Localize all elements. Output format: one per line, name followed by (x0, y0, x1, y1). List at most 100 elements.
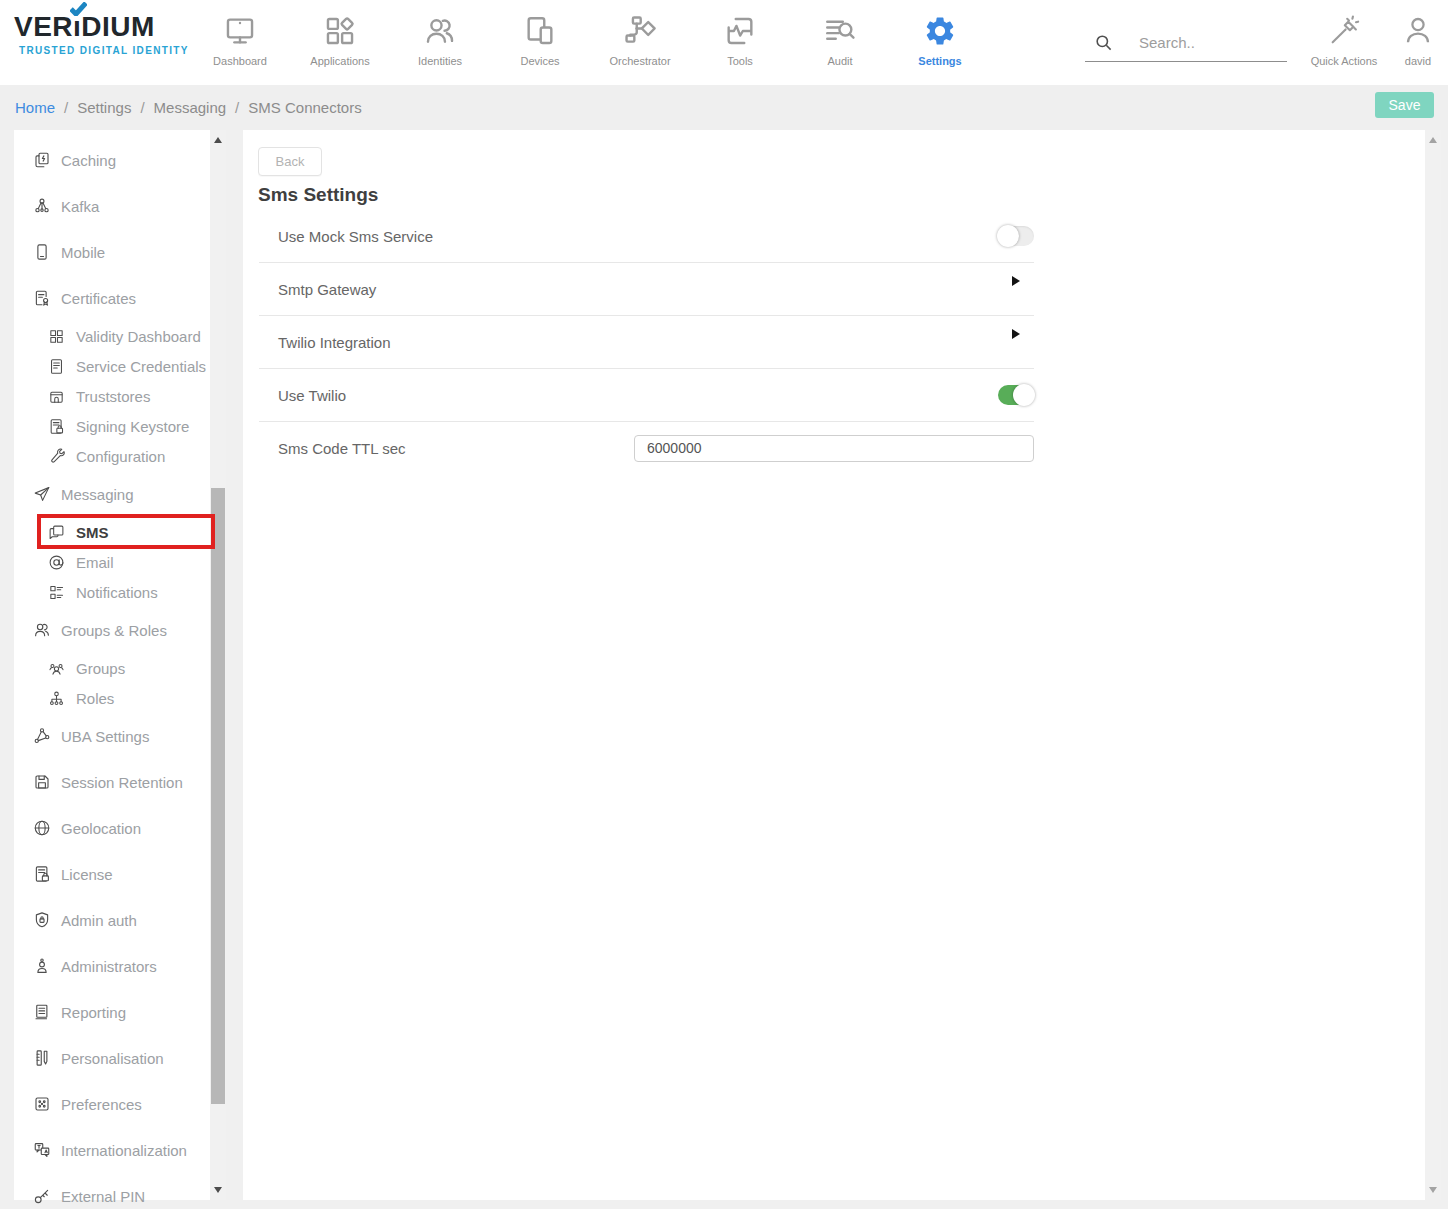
breadcrumb: Home/Settings/Messaging/SMS Connectors (15, 85, 371, 130)
sidebar-item-groups[interactable]: Groups (14, 653, 210, 683)
quick-actions-button[interactable]: Quick Actions (1303, 10, 1385, 67)
save-button[interactable]: Save (1375, 92, 1434, 118)
setting-row-twilio-integration: Twilio Integration (259, 316, 1034, 369)
logo-checkmark-icon (70, 2, 87, 16)
validity-dashboard-icon (48, 328, 65, 345)
nav-item-devices[interactable]: Devices (490, 10, 590, 67)
scroll-up-arrow-icon[interactable] (214, 137, 222, 143)
nav-item-identities[interactable]: Identities (390, 10, 490, 67)
sidebar-item-license[interactable]: License (14, 851, 210, 897)
toggle-off[interactable] (998, 226, 1034, 246)
orchestrator-icon (623, 10, 657, 52)
nav-item-audit[interactable]: Audit (790, 10, 890, 67)
sidebar-item-preferences[interactable]: Preferences (14, 1081, 210, 1127)
toggle-on[interactable] (998, 385, 1034, 405)
wand-icon (1328, 10, 1360, 52)
nav-item-orchestrator[interactable]: Orchestrator (590, 10, 690, 67)
sidebar-item-administrators[interactable]: Administrators (14, 943, 210, 989)
setting-row-use-twilio: Use Twilio (259, 369, 1034, 422)
sidebar-item-reporting[interactable]: Reporting (14, 989, 210, 1035)
settings-rows: Use Mock Sms ServiceSmtp GatewayTwilio I… (259, 210, 1034, 475)
logo-wordmark: VERıDIUM (14, 13, 189, 41)
expand-arrow-icon[interactable] (1012, 276, 1020, 286)
kafka-icon (33, 197, 51, 215)
breadcrumb-bar: Home/Settings/Messaging/SMS Connectors (0, 85, 1448, 130)
user-name: david (1405, 55, 1431, 67)
sidebar-item-messaging[interactable]: Messaging (14, 471, 210, 517)
sidebar-item-uba-settings[interactable]: UBA Settings (14, 713, 210, 759)
logo-tagline: TRUSTED DIGITAL IDENTITY (14, 45, 189, 56)
user-menu[interactable]: david (1389, 10, 1447, 67)
sidebar-item-geolocation[interactable]: Geolocation (14, 805, 210, 851)
nav-item-tools[interactable]: Tools (690, 10, 790, 67)
truststores-icon (48, 388, 65, 405)
sidebar-scrollbar[interactable] (210, 130, 226, 1200)
notifications-icon (48, 584, 65, 601)
sidebar-item-sms[interactable]: SMS (14, 517, 210, 547)
sidebar-item-validity-dashboard[interactable]: Validity Dashboard (14, 321, 210, 351)
roles-icon (48, 690, 65, 707)
internationalization-icon (33, 1141, 51, 1159)
sidebar-item-roles[interactable]: Roles (14, 683, 210, 713)
sidebar-item-admin-auth[interactable]: Admin auth (14, 897, 210, 943)
page-scroll-down-arrow-icon[interactable] (1429, 1187, 1437, 1193)
page-title: Sms Settings (258, 184, 378, 206)
sidebar-item-external-pin[interactable]: External PIN (14, 1173, 210, 1209)
service-credentials-icon (48, 358, 65, 375)
admin-auth-icon (33, 911, 51, 929)
sidebar-item-certificates[interactable]: Certificates (14, 275, 210, 321)
back-button[interactable]: Back (258, 147, 322, 176)
license-icon (33, 865, 51, 883)
sidebar-item-email[interactable]: Email (14, 547, 210, 577)
audit-icon (823, 10, 857, 52)
sidebar-item-service-credentials[interactable]: Service Credentials (14, 351, 210, 381)
page-scrollbar[interactable] (1425, 130, 1441, 1200)
sidebar-scrollbar-thumb[interactable] (211, 488, 225, 1104)
expand-arrow-icon[interactable] (1012, 329, 1020, 339)
breadcrumb-messaging: Messaging (154, 99, 227, 116)
messaging-icon (33, 485, 51, 503)
dashboard-icon (223, 10, 257, 52)
search-input[interactable] (1139, 34, 1289, 51)
tools-icon (723, 10, 757, 52)
sidebar-item-caching[interactable]: Caching (14, 137, 210, 183)
breadcrumb-home[interactable]: Home (15, 99, 55, 116)
breadcrumb-sms-connectors: SMS Connectors (248, 99, 361, 116)
sidebar-item-notifications[interactable]: Notifications (14, 577, 210, 607)
nav-item-dashboard[interactable]: Dashboard (190, 10, 290, 67)
sms-code-ttl-input[interactable] (634, 435, 1034, 462)
breadcrumb-settings: Settings (77, 99, 131, 116)
sidebar-item-session-retention[interactable]: Session Retention (14, 759, 210, 805)
sidebar-item-personalisation[interactable]: Personalisation (14, 1035, 210, 1081)
nav-item-settings[interactable]: Settings (890, 10, 990, 67)
sms-icon (48, 524, 65, 541)
mobile-icon (33, 243, 51, 261)
search-box (1085, 24, 1287, 62)
page-scroll-up-arrow-icon[interactable] (1429, 137, 1437, 143)
scroll-down-arrow-icon[interactable] (214, 1187, 222, 1193)
sidebar-item-mobile[interactable]: Mobile (14, 229, 210, 275)
setting-row-smtp-gateway: Smtp Gateway (259, 263, 1034, 316)
sidebar-item-signing-keystore[interactable]: Signing Keystore (14, 411, 210, 441)
caching-icon (33, 151, 51, 169)
sidebar-item-groups-roles[interactable]: Groups & Roles (14, 607, 210, 653)
uba-settings-icon (33, 727, 51, 745)
sidebar-item-internationalization[interactable]: Internationalization (14, 1127, 210, 1173)
applications-icon (323, 10, 357, 52)
nav-item-applications[interactable]: Applications (290, 10, 390, 67)
setting-row-sms-code-ttl-sec: Sms Code TTL sec (259, 422, 1034, 475)
sidebar-item-truststores[interactable]: Truststores (14, 381, 210, 411)
configuration-icon (48, 448, 65, 465)
top-bar: VERıDIUM TRUSTED DIGITAL IDENTITY Dashbo… (0, 0, 1448, 85)
settings-sidebar: CachingKafkaMobileCertificatesValidity D… (14, 130, 210, 1200)
reporting-icon (33, 1003, 51, 1021)
personalisation-icon (33, 1049, 51, 1067)
breadcrumb-separator: / (64, 99, 68, 116)
sidebar-item-kafka[interactable]: Kafka (14, 183, 210, 229)
search-icon (1094, 33, 1113, 52)
identities-icon (423, 10, 457, 52)
preferences-icon (33, 1095, 51, 1113)
geolocation-icon (33, 819, 51, 837)
sidebar-item-configuration[interactable]: Configuration (14, 441, 210, 471)
veridium-logo[interactable]: VERıDIUM TRUSTED DIGITAL IDENTITY (14, 13, 189, 56)
